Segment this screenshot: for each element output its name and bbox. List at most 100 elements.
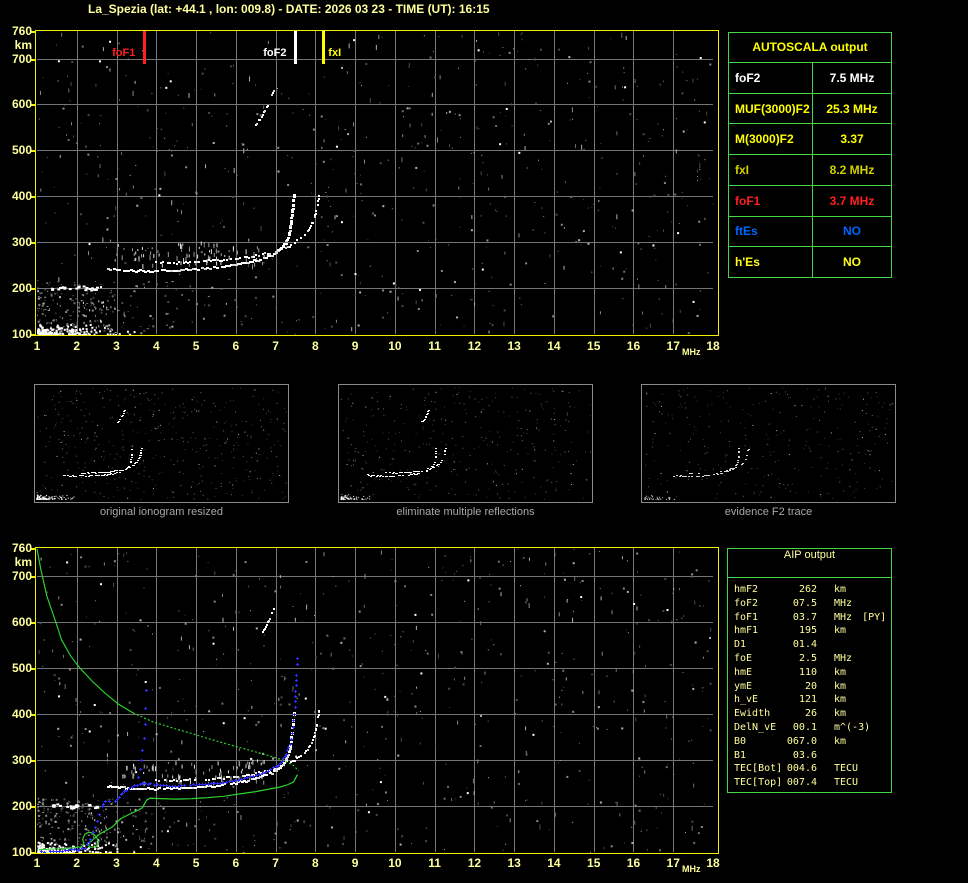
y-tick-label: 200 bbox=[2, 281, 32, 295]
thumbnail-no-reflections-canvas bbox=[338, 384, 593, 503]
param-label: foF1 bbox=[729, 186, 813, 216]
thumbnail-original-canvas bbox=[34, 384, 289, 503]
param-value: 121 bbox=[786, 693, 817, 707]
param-label: h'Es bbox=[729, 247, 813, 277]
table-row: foF2 7.5 MHz bbox=[729, 63, 891, 94]
param-value: NO bbox=[813, 247, 891, 277]
param-label: Ewidth bbox=[734, 707, 786, 721]
table-row: B0067.0km bbox=[734, 735, 891, 749]
param-note: [PY] bbox=[862, 611, 886, 625]
x-tick-label: 1 bbox=[25, 856, 49, 870]
param-value: 067.0 bbox=[786, 735, 817, 749]
station-title: La_Spezia (lat: +44.1 , lon: 009.8) - DA… bbox=[88, 2, 490, 16]
table-row: TEC[Bot]004.6 TECU bbox=[734, 762, 891, 776]
x-tick-label: 2 bbox=[65, 856, 89, 870]
table-row: MUF(3000)F2 25.3 MHz bbox=[729, 94, 891, 125]
x-tick-label: 8 bbox=[303, 856, 327, 870]
param-unit: km bbox=[834, 707, 846, 721]
x-tick-label: 9 bbox=[343, 339, 367, 353]
thumbnail-original: original ionogram resized bbox=[34, 384, 289, 518]
table-row: h_vE121 km bbox=[734, 693, 891, 707]
autoscala-window: La_Spezia (lat: +44.1 , lon: 009.8) - DA… bbox=[0, 0, 968, 883]
table-row: ftEs NO bbox=[729, 217, 891, 248]
param-label: foF2 bbox=[729, 63, 813, 93]
x-tick-label: 11 bbox=[423, 339, 447, 353]
x-tick-label: 10 bbox=[383, 856, 407, 870]
param-label: hmE bbox=[734, 666, 786, 680]
y-tick-label: 600 bbox=[2, 97, 32, 111]
y-axis-unit: km bbox=[2, 38, 32, 52]
param-unit: TECU bbox=[834, 776, 858, 790]
param-label: foF1 bbox=[734, 611, 786, 625]
param-value: NO bbox=[813, 217, 891, 247]
table-row: M(3000)F2 3.37 bbox=[729, 124, 891, 155]
y-tick-label: 400 bbox=[2, 189, 32, 203]
y-tick-label: 200 bbox=[2, 799, 32, 813]
y-tick-label: 760 bbox=[2, 24, 32, 38]
param-unit: km bbox=[834, 583, 846, 597]
param-value: 25.3 MHz bbox=[813, 94, 891, 124]
y-tick-label: 700 bbox=[2, 52, 32, 66]
param-unit: km bbox=[834, 693, 846, 707]
param-value: 110 bbox=[786, 666, 817, 680]
table-row: Ewidth26 km bbox=[734, 707, 891, 721]
x-tick-label: 13 bbox=[502, 339, 526, 353]
param-label: foF2 bbox=[734, 597, 786, 611]
table-row: foF1 3.7 MHz bbox=[729, 186, 891, 217]
param-value: 26 bbox=[786, 707, 817, 721]
param-label: h_vE bbox=[734, 693, 786, 707]
y-tick-label: 600 bbox=[2, 615, 32, 629]
param-unit: MHz bbox=[834, 652, 852, 666]
x-tick-label: 6 bbox=[224, 339, 248, 353]
ionogram-plot-bottom bbox=[29, 547, 719, 854]
param-label: B1 bbox=[734, 749, 786, 763]
table-row: DelN_vE00.1m^(-3) bbox=[734, 721, 891, 735]
param-value: 8.2 MHz bbox=[813, 155, 891, 185]
param-value: 004.6 bbox=[786, 762, 817, 776]
x-tick-label: 2 bbox=[65, 339, 89, 353]
param-value: 00.1 bbox=[786, 721, 817, 735]
x-tick-label: 16 bbox=[621, 856, 645, 870]
x-tick-label: 11 bbox=[423, 856, 447, 870]
table-row: fxI 8.2 MHz bbox=[729, 155, 891, 186]
x-tick-label: 7 bbox=[264, 856, 288, 870]
x-tick-label: 18 bbox=[701, 856, 725, 870]
aip-table-title: AIP output bbox=[728, 549, 891, 578]
thumbnail-no-reflections: eliminate multiple reflections bbox=[338, 384, 593, 518]
param-unit: km bbox=[834, 666, 846, 680]
param-value: 7.5 MHz bbox=[813, 63, 891, 93]
table-row: hmE110 km bbox=[734, 666, 891, 680]
y-tick-label: 700 bbox=[2, 569, 32, 583]
param-value: 01.4 bbox=[786, 638, 817, 652]
marker-label-fxI: fxI bbox=[328, 47, 341, 59]
param-label: hmF1 bbox=[734, 624, 786, 638]
x-tick-label: 1 bbox=[25, 339, 49, 353]
y-axis-unit: km bbox=[2, 555, 32, 569]
y-tick-label: 760 bbox=[2, 541, 32, 555]
x-tick-label: 6 bbox=[224, 856, 248, 870]
param-label: hmF2 bbox=[734, 583, 786, 597]
param-label: TEC[Bot] bbox=[734, 762, 786, 776]
param-value: 03.6 bbox=[786, 749, 817, 763]
param-label: D1 bbox=[734, 638, 786, 652]
y-tick-label: 500 bbox=[2, 143, 32, 157]
y-tick-label: 400 bbox=[2, 707, 32, 721]
param-unit: MHz bbox=[834, 597, 852, 611]
x-tick-label: 8 bbox=[303, 339, 327, 353]
x-tick-label: 10 bbox=[383, 339, 407, 353]
table-row: hmF1195km bbox=[734, 624, 891, 638]
param-value: 20 bbox=[786, 680, 817, 694]
x-tick-label: 7 bbox=[264, 339, 288, 353]
x-tick-label: 16 bbox=[621, 339, 645, 353]
param-label: B0 bbox=[734, 735, 786, 749]
x-tick-label: 18 bbox=[701, 339, 725, 353]
table-row: TEC[Top]007.4TECU bbox=[734, 776, 891, 790]
table-row: foF207.5MHz bbox=[734, 597, 891, 611]
param-value: 03.7 bbox=[786, 611, 817, 625]
param-unit: km bbox=[834, 624, 846, 638]
param-value: 007.4 bbox=[786, 776, 817, 790]
param-unit: TECU bbox=[834, 762, 858, 776]
x-tick-label: 9 bbox=[343, 856, 367, 870]
table-row: hmF2262km bbox=[734, 583, 891, 597]
x-axis-unit: MHz bbox=[682, 347, 701, 357]
